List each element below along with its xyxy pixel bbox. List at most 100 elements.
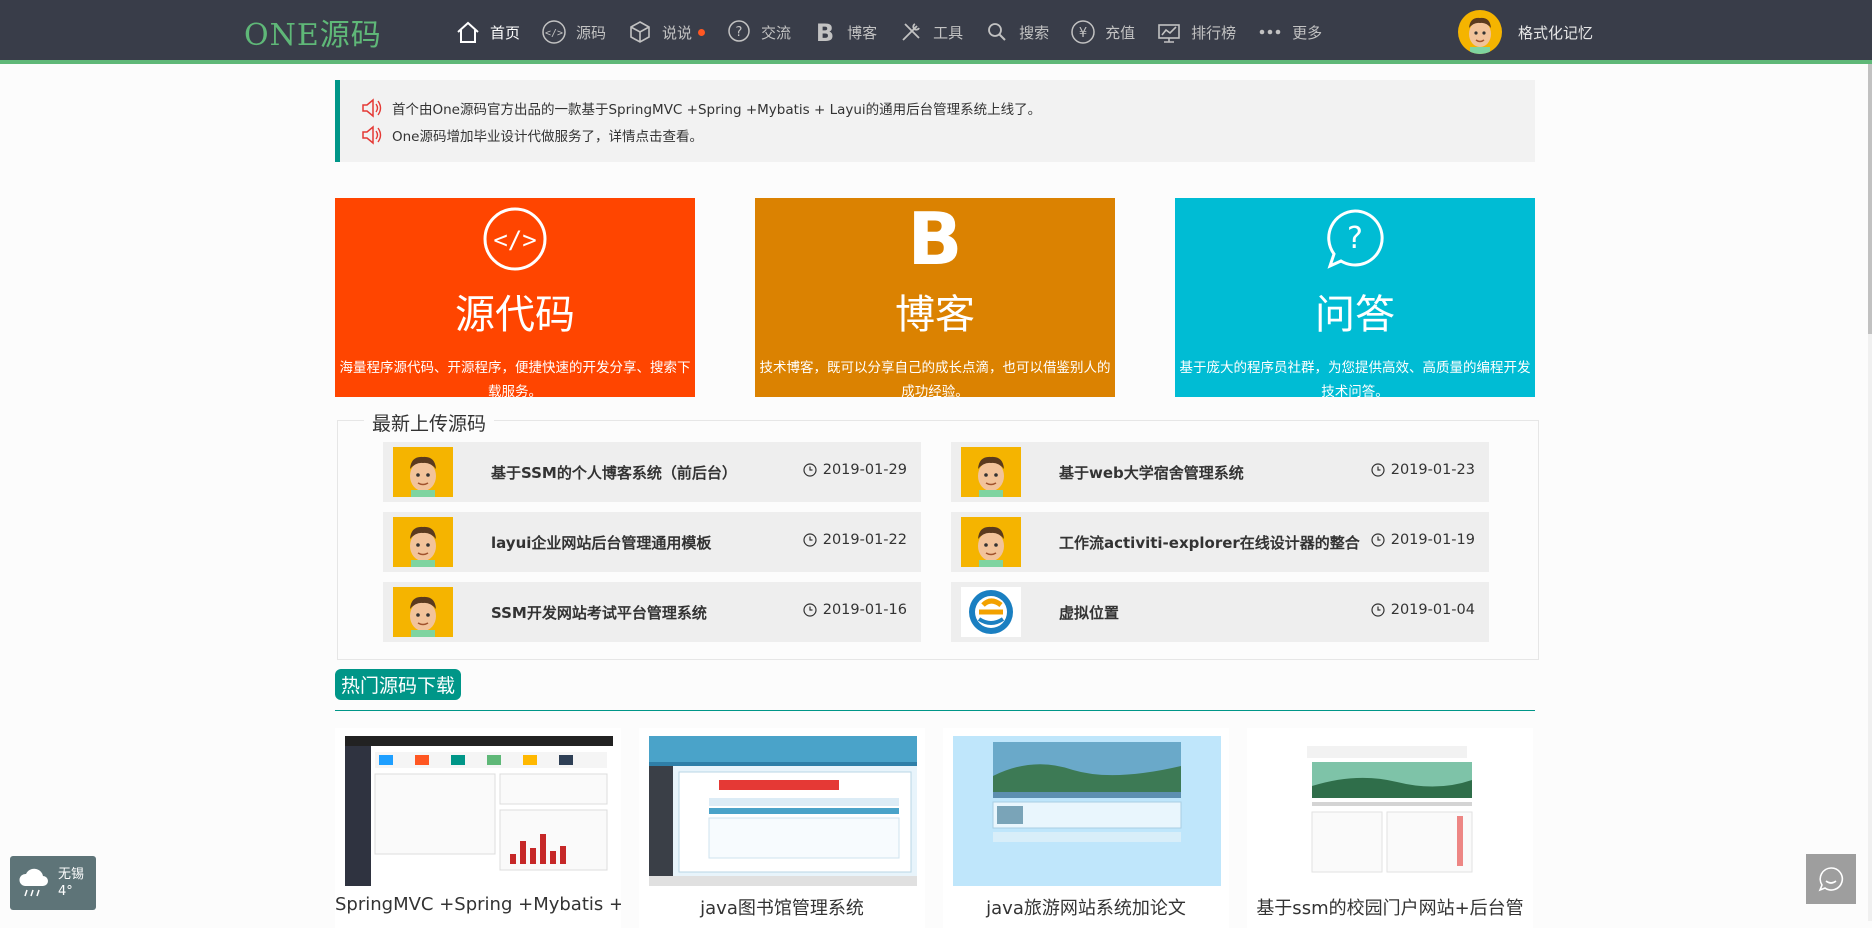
latest-panel: 最新上传源码 基于SSM的个人博客系统（前后台） 2019-01-29 基于we… (337, 409, 1539, 660)
card-qa[interactable]: ? 问答 基于庞大的程序员社群，为您提供高效、高质量的编程开发技术问答。 (1175, 198, 1535, 400)
nav-source[interactable]: </> 源码 (530, 0, 616, 64)
code-icon: </> (540, 18, 568, 46)
hot-title: 热门源码下载 (335, 669, 462, 700)
nav-more[interactable]: 更多 (1246, 0, 1332, 64)
item-title[interactable]: 基于web大学宿舍管理系统 (1059, 462, 1244, 483)
item-date: 2019-01-29 (803, 462, 907, 478)
nav-recharge-label: 充值 (1105, 23, 1136, 42)
hot-thumbnail[interactable] (1257, 736, 1525, 886)
card-blog[interactable]: B 博客 技术博客，既可以分享自己的成长点滴，也可以借鉴别人的成功经验。 (755, 198, 1115, 400)
chat-bubble-icon (1818, 867, 1844, 892)
clock-icon (1371, 603, 1385, 617)
nav-blog[interactable]: B 博客 (801, 0, 887, 64)
item-title[interactable]: 虚拟位置 (1059, 602, 1119, 623)
svg-text:B: B (816, 19, 834, 45)
site-logo[interactable]: ONE源码 (244, 10, 382, 54)
item-date: 2019-01-19 (1371, 532, 1475, 548)
list-item[interactable]: 基于SSM的个人博客系统（前后台） 2019-01-29 (383, 442, 921, 502)
clock-icon (1371, 533, 1385, 547)
nav-blog-label: 博客 (847, 23, 878, 42)
item-title[interactable]: 工作流activiti-explorer在线设计器的整合 (1059, 532, 1360, 553)
tools-icon (897, 18, 925, 46)
weather-widget[interactable]: 无锡 4° (10, 856, 96, 910)
weather-temp: 4° (58, 884, 73, 899)
nav-talk-label: 说说 (662, 23, 693, 42)
list-item[interactable]: 基于web大学宿舍管理系统 2019-01-23 (951, 442, 1489, 502)
avatar[interactable] (1458, 10, 1502, 54)
main-nav: 首页 </> 源码 说说 ? 交流 B 博客 工具 搜索 ¥ 充值 排行榜 更多 (444, 0, 1332, 64)
item-title[interactable]: 基于SSM的个人博客系统（前后台） (491, 462, 737, 483)
hot-thumbnail[interactable] (345, 736, 613, 886)
item-title[interactable]: SSM开发网站考试平台管理系统 (491, 602, 707, 623)
item-title[interactable]: layui企业网站后台管理通用模板 (491, 532, 711, 553)
avatar[interactable] (393, 517, 453, 567)
hot-card[interactable]: 基于ssm的校园门户网站+后台管 (1247, 728, 1533, 928)
hot-section-header: 热门源码下载 (335, 669, 1535, 711)
nav-tools-label: 工具 (933, 23, 964, 42)
nav-ranking-label: 排行榜 (1191, 23, 1237, 42)
svg-text:</>: </> (493, 226, 536, 254)
date-text: 2019-01-16 (822, 602, 907, 618)
hot-caption[interactable]: 基于ssm的校园门户网站+后台管 (1247, 894, 1533, 920)
question-icon: ? (1175, 198, 1535, 272)
question-icon: ? (725, 18, 753, 46)
nav-search[interactable]: 搜索 (973, 0, 1059, 64)
user-menu[interactable]: 格式化记忆 (1458, 10, 1593, 54)
nav-ranking[interactable]: 排行榜 (1145, 0, 1246, 64)
notice-item[interactable]: One源码增加毕业设计代做服务了，详情点击查看。 (360, 121, 1535, 148)
notice-board: 首个由One源码官方出品的一款基于SpringMVC +Spring +Myba… (335, 80, 1535, 162)
speaker-icon (362, 97, 382, 118)
nav-exchange[interactable]: ? 交流 (715, 0, 801, 64)
speaker-icon (362, 124, 382, 145)
nav-talk[interactable]: 说说 (616, 0, 715, 64)
top-navbar: ONE源码 首页 </> 源码 说说 ? 交流 B 博客 工具 搜索 ¥ 充值 … (0, 0, 1872, 64)
clock-icon (1371, 463, 1385, 477)
svg-text:B: B (908, 202, 963, 272)
nav-home-label: 首页 (490, 23, 521, 42)
nav-source-label: 源码 (576, 23, 607, 42)
date-text: 2019-01-22 (822, 532, 907, 548)
list-item[interactable]: 工作流activiti-explorer在线设计器的整合 2019-01-19 (951, 512, 1489, 572)
svg-text:</>: </> (545, 28, 563, 39)
avatar[interactable] (961, 447, 1021, 497)
hot-caption[interactable]: java图书馆管理系统 (639, 894, 925, 920)
svg-text:?: ? (736, 25, 743, 40)
app-logo-icon[interactable] (961, 587, 1021, 637)
hot-caption[interactable]: SpringMVC +Spring +Mybatis + (335, 894, 621, 915)
avatar[interactable] (961, 517, 1021, 567)
cloud-rain-icon (19, 868, 48, 897)
notice-text[interactable]: 首个由One源码官方出品的一款基于SpringMVC +Spring +Myba… (392, 98, 1041, 118)
list-item[interactable]: layui企业网站后台管理通用模板 2019-01-22 (383, 512, 921, 572)
list-item[interactable]: SSM开发网站考试平台管理系统 2019-01-16 (383, 582, 921, 642)
hot-thumbnail[interactable] (953, 736, 1221, 886)
clock-icon (803, 603, 817, 617)
more-icon (1256, 18, 1284, 46)
date-text: 2019-01-19 (1390, 532, 1475, 548)
nav-recharge[interactable]: ¥ 充值 (1059, 0, 1145, 64)
card-title: 问答 (1315, 292, 1395, 338)
date-text: 2019-01-04 (1390, 602, 1475, 618)
chat-button[interactable] (1806, 854, 1856, 904)
cube-icon (626, 18, 654, 46)
hot-card[interactable]: SpringMVC +Spring +Mybatis + (335, 728, 621, 928)
avatar[interactable] (393, 587, 453, 637)
item-date: 2019-01-16 (803, 602, 907, 618)
notice-text[interactable]: One源码增加毕业设计代做服务了，详情点击查看。 (392, 125, 703, 145)
notice-item[interactable]: 首个由One源码官方出品的一款基于SpringMVC +Spring +Myba… (360, 94, 1535, 121)
card-source[interactable]: </> 源代码 海量程序源代码、开源程序，便捷快速的开发分享、搜索下载服务。 (335, 198, 695, 400)
list-item[interactable]: 虚拟位置 2019-01-04 (951, 582, 1489, 642)
hot-card[interactable]: java旅游网站系统加论文 (943, 728, 1229, 928)
avatar[interactable] (393, 447, 453, 497)
hot-caption[interactable]: java旅游网站系统加论文 (943, 894, 1229, 920)
search-icon (983, 18, 1011, 46)
svg-text:?: ? (1347, 221, 1363, 256)
nav-more-label: 更多 (1292, 23, 1323, 42)
hot-thumbnail[interactable] (649, 736, 917, 886)
nav-tools[interactable]: 工具 (887, 0, 973, 64)
hot-card[interactable]: java图书馆管理系统 (639, 728, 925, 928)
user-name[interactable]: 格式化记忆 (1518, 22, 1593, 43)
scrollbar-thumb[interactable] (1868, 64, 1872, 334)
item-date: 2019-01-04 (1371, 602, 1475, 618)
latest-title: 最新上传源码 (364, 409, 495, 436)
nav-home[interactable]: 首页 (444, 0, 530, 64)
